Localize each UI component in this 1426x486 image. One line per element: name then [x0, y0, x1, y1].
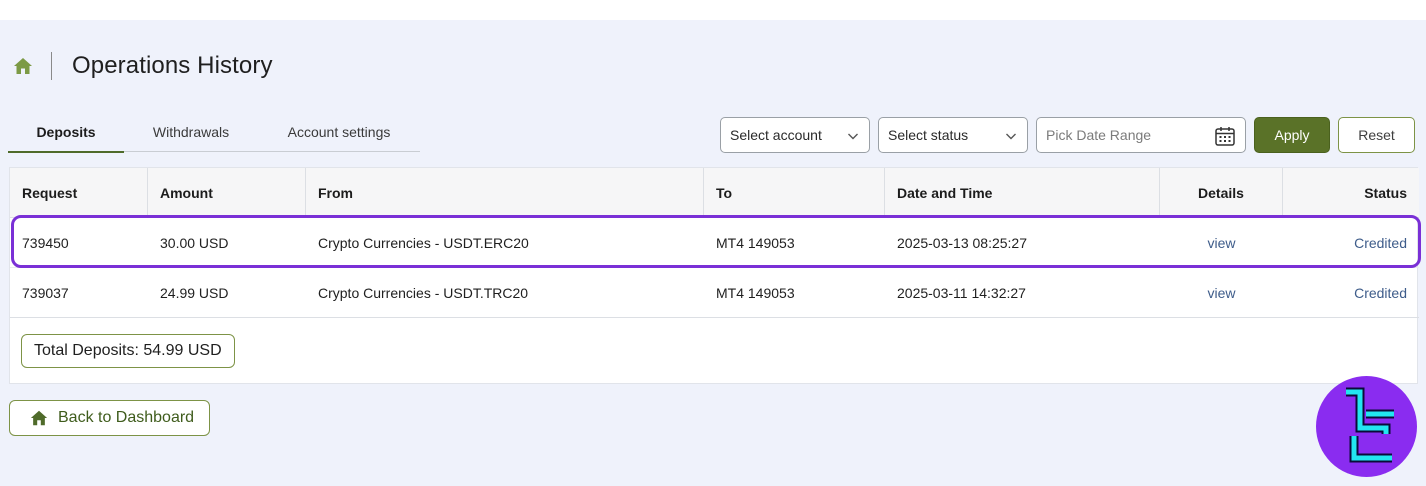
page-header: Operations History — [12, 48, 273, 84]
deposits-panel: Request Amount From To Date and Time Det… — [9, 167, 1419, 384]
header-divider — [51, 52, 52, 80]
table-row: 739450 30.00 USD Crypto Currencies - USD… — [10, 218, 1419, 268]
date-range-input[interactable]: Pick Date Range — [1036, 117, 1246, 153]
total-deposits: Total Deposits: 54.99 USD — [21, 334, 235, 368]
cell-to: MT4 149053 — [716, 235, 795, 251]
table-header: Request Amount From To Date and Time Det… — [10, 168, 1419, 218]
tab-deposits[interactable]: Deposits — [8, 112, 124, 153]
tab-account-settings[interactable]: Account settings — [258, 112, 420, 152]
cell-datetime: 2025-03-11 14:32:27 — [897, 285, 1026, 301]
apply-button[interactable]: Apply — [1254, 117, 1330, 153]
cell-request: 739037 — [22, 285, 69, 301]
tab-withdrawals[interactable]: Withdrawals — [124, 112, 258, 152]
column-header-amount: Amount — [148, 168, 306, 218]
cell-amount: 24.99 USD — [160, 285, 229, 301]
cell-datetime: 2025-03-13 08:25:27 — [897, 235, 1027, 251]
home-icon[interactable] — [12, 55, 34, 77]
cell-request: 739450 — [22, 235, 69, 251]
top-bar — [0, 0, 1426, 20]
cell-to: MT4 149053 — [716, 285, 795, 301]
column-header-to: To — [704, 168, 885, 218]
home-icon — [30, 410, 48, 426]
reset-button[interactable]: Reset — [1338, 117, 1415, 153]
status-badge: Credited — [1354, 285, 1407, 301]
cell-from: Crypto Currencies - USDT.ERC20 — [318, 235, 529, 251]
brand-logo — [1316, 376, 1417, 477]
status-select-label: Select status — [888, 127, 969, 143]
back-button-label: Back to Dashboard — [58, 409, 195, 426]
cell-amount: 30.00 USD — [160, 235, 229, 251]
back-to-dashboard-button[interactable]: Back to Dashboard — [9, 400, 210, 436]
cell-from: Crypto Currencies - USDT.TRC20 — [318, 285, 529, 301]
brand-logo-mark — [1346, 387, 1394, 463]
column-header-from: From — [306, 168, 704, 218]
tab-bar: Deposits Withdrawals Account settings — [8, 112, 420, 153]
column-header-status: Status — [1364, 185, 1407, 201]
table-row: 739037 24.99 USD Crypto Currencies - USD… — [10, 268, 1419, 318]
chevron-down-icon — [848, 133, 858, 140]
view-link[interactable]: view — [1160, 268, 1283, 318]
calendar-icon[interactable] — [1214, 125, 1236, 147]
column-header-details: Details — [1160, 168, 1283, 218]
account-select[interactable]: Select account — [720, 117, 870, 153]
column-header-datetime: Date and Time — [885, 168, 1160, 218]
view-link[interactable]: view — [1160, 218, 1283, 268]
date-range-placeholder: Pick Date Range — [1046, 127, 1152, 143]
status-select[interactable]: Select status — [878, 117, 1028, 153]
chevron-down-icon — [1006, 133, 1016, 140]
account-select-label: Select account — [730, 127, 822, 143]
page-title: Operations History — [72, 52, 273, 79]
column-header-request: Request — [10, 168, 148, 218]
status-badge: Credited — [1354, 235, 1407, 251]
